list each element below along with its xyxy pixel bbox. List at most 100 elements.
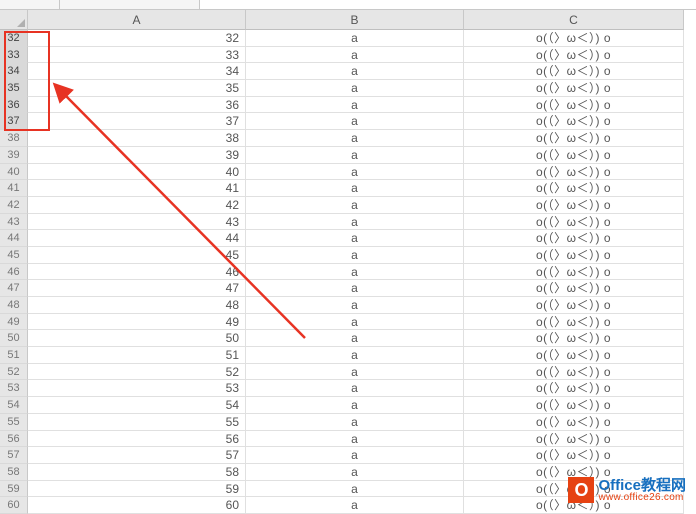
cell[interactable]: o(（〉ω＜）) o [464, 47, 684, 64]
cell[interactable]: o(（〉ω＜）) o [464, 414, 684, 431]
cell[interactable]: a [246, 314, 464, 331]
select-all-triangle[interactable] [0, 10, 28, 30]
cell[interactable]: a [246, 230, 464, 247]
cell[interactable]: 50 [28, 330, 246, 347]
cell[interactable]: a [246, 180, 464, 197]
row-header[interactable]: 49 [0, 314, 28, 331]
cell[interactable]: 32 [28, 30, 246, 47]
row-header[interactable]: 51 [0, 347, 28, 364]
row-header[interactable]: 44 [0, 230, 28, 247]
cell[interactable]: a [246, 330, 464, 347]
column-header-a[interactable]: A [28, 10, 246, 30]
row-header[interactable]: 50 [0, 330, 28, 347]
cell[interactable]: a [246, 80, 464, 97]
cell[interactable]: o(（〉ω＜）) o [464, 314, 684, 331]
cell[interactable]: 35 [28, 80, 246, 97]
column-header-c[interactable]: C [464, 10, 684, 30]
cell[interactable]: 56 [28, 431, 246, 448]
cell[interactable]: 46 [28, 264, 246, 281]
cell[interactable]: a [246, 113, 464, 130]
cell[interactable]: o(（〉ω＜）) o [464, 130, 684, 147]
cell[interactable]: o(（〉ω＜）) o [464, 280, 684, 297]
row-header[interactable]: 48 [0, 297, 28, 314]
row-header[interactable]: 38 [0, 130, 28, 147]
cell[interactable]: a [246, 47, 464, 64]
row-header[interactable]: 33 [0, 47, 28, 64]
cell[interactable]: a [246, 164, 464, 181]
row-header[interactable]: 41 [0, 180, 28, 197]
row-header[interactable]: 59 [0, 481, 28, 498]
cell[interactable]: 48 [28, 297, 246, 314]
cell[interactable]: a [246, 264, 464, 281]
cell[interactable]: a [246, 380, 464, 397]
row-header[interactable]: 47 [0, 280, 28, 297]
row-header[interactable]: 34 [0, 63, 28, 80]
row-header[interactable]: 36 [0, 97, 28, 114]
cell[interactable]: 41 [28, 180, 246, 197]
cell[interactable]: a [246, 197, 464, 214]
row-header[interactable]: 45 [0, 247, 28, 264]
cell[interactable]: 52 [28, 364, 246, 381]
cell[interactable]: a [246, 481, 464, 498]
row-header[interactable]: 42 [0, 197, 28, 214]
cell[interactable]: a [246, 97, 464, 114]
cell[interactable]: a [246, 147, 464, 164]
cell[interactable]: o(（〉ω＜）) o [464, 447, 684, 464]
cell[interactable]: 39 [28, 147, 246, 164]
cell[interactable]: a [246, 464, 464, 481]
row-header[interactable]: 52 [0, 364, 28, 381]
cell[interactable]: a [246, 280, 464, 297]
row-header[interactable]: 57 [0, 447, 28, 464]
row-header[interactable]: 32 [0, 30, 28, 47]
cell[interactable]: 37 [28, 113, 246, 130]
cell[interactable]: 53 [28, 380, 246, 397]
cell[interactable]: 38 [28, 130, 246, 147]
row-header[interactable]: 60 [0, 497, 28, 514]
cell[interactable]: a [246, 497, 464, 514]
cell[interactable]: o(（〉ω＜）) o [464, 330, 684, 347]
cell[interactable]: 51 [28, 347, 246, 364]
cell[interactable]: 54 [28, 397, 246, 414]
cell[interactable]: 47 [28, 280, 246, 297]
cell[interactable]: o(（〉ω＜）) o [464, 364, 684, 381]
cell[interactable]: 43 [28, 214, 246, 231]
column-header-b[interactable]: B [246, 10, 464, 30]
row-header[interactable]: 54 [0, 397, 28, 414]
cell[interactable]: o(（〉ω＜）) o [464, 30, 684, 47]
row-header[interactable]: 55 [0, 414, 28, 431]
row-header[interactable]: 43 [0, 214, 28, 231]
row-header[interactable]: 46 [0, 264, 28, 281]
row-header[interactable]: 37 [0, 113, 28, 130]
cell[interactable]: 59 [28, 481, 246, 498]
row-header[interactable]: 39 [0, 147, 28, 164]
cell[interactable]: 36 [28, 97, 246, 114]
cell[interactable]: 55 [28, 414, 246, 431]
cell[interactable]: 60 [28, 497, 246, 514]
cell[interactable]: o(（〉ω＜）) o [464, 347, 684, 364]
cell[interactable]: o(（〉ω＜）) o [464, 247, 684, 264]
cell[interactable]: o(（〉ω＜）) o [464, 380, 684, 397]
row-header[interactable]: 56 [0, 431, 28, 448]
cell[interactable]: o(（〉ω＜）) o [464, 264, 684, 281]
cell[interactable]: 42 [28, 197, 246, 214]
cell[interactable]: o(（〉ω＜）) o [464, 113, 684, 130]
cell[interactable]: a [246, 347, 464, 364]
cell[interactable]: o(（〉ω＜）) o [464, 214, 684, 231]
cell[interactable]: a [246, 214, 464, 231]
cell[interactable]: a [246, 414, 464, 431]
row-header[interactable]: 35 [0, 80, 28, 97]
cell[interactable]: 34 [28, 63, 246, 80]
cell[interactable]: o(（〉ω＜）) o [464, 397, 684, 414]
cell[interactable]: a [246, 247, 464, 264]
cell[interactable]: 58 [28, 464, 246, 481]
row-header[interactable]: 53 [0, 380, 28, 397]
cell[interactable]: 40 [28, 164, 246, 181]
cell[interactable]: o(（〉ω＜）) o [464, 63, 684, 80]
cell[interactable]: o(（〉ω＜）) o [464, 230, 684, 247]
cell[interactable]: a [246, 130, 464, 147]
cell[interactable]: 45 [28, 247, 246, 264]
cell[interactable]: 57 [28, 447, 246, 464]
cell[interactable]: a [246, 431, 464, 448]
cell[interactable]: 33 [28, 47, 246, 64]
cell[interactable]: a [246, 397, 464, 414]
